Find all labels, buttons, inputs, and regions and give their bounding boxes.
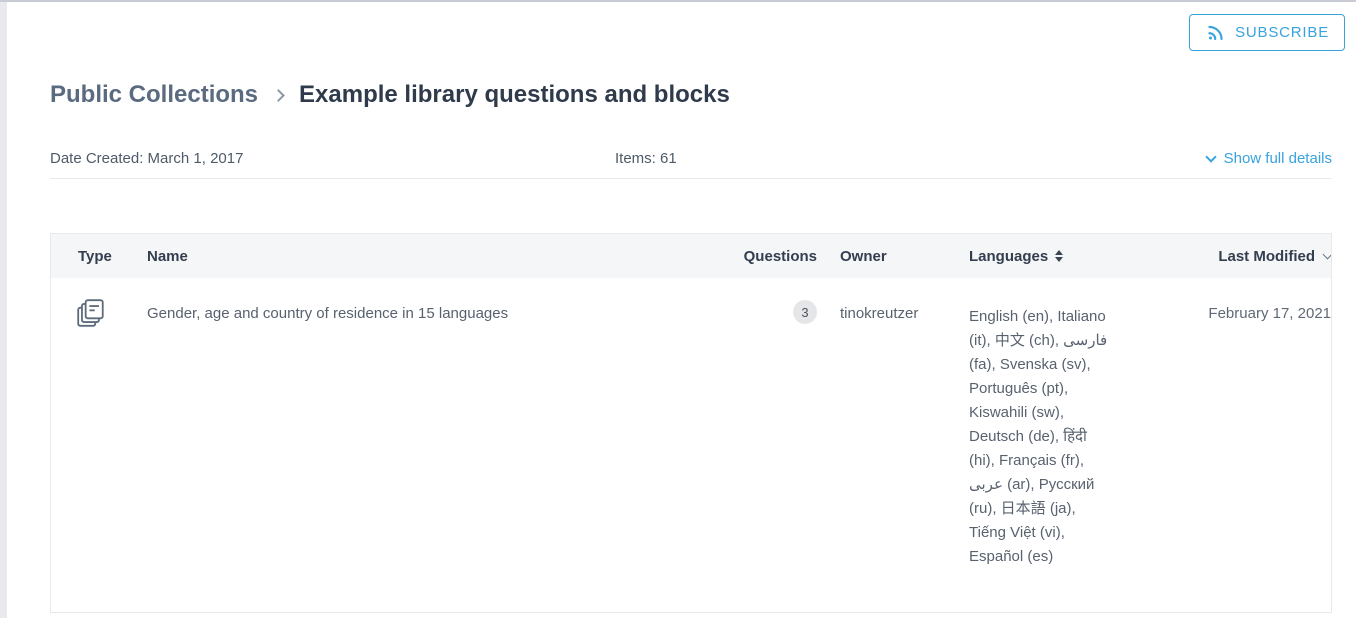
row-owner-cell: tinokreutzer <box>817 278 947 569</box>
chevron-down-icon <box>1323 250 1332 260</box>
collection-meta-row: Date Created: March 1, 2017 Items: 61 Sh… <box>50 150 1332 179</box>
page-title: Example library questions and blocks <box>299 80 730 110</box>
sort-arrows-icon <box>1055 250 1063 262</box>
table-row[interactable]: Gender, age and country of residence in … <box>51 278 1331 569</box>
date-created-text: Date Created: March 1, 2017 <box>50 150 243 167</box>
collection-items-table: Type Name Questions Owner Languages Last… <box>50 233 1332 613</box>
column-header-owner: Owner <box>817 248 947 265</box>
column-header-type: Type <box>51 248 147 265</box>
row-type-cell <box>51 278 147 569</box>
stacked-documents-icon <box>75 297 107 329</box>
show-full-details-label: Show full details <box>1224 150 1332 167</box>
row-questions-cell: 3 <box>707 278 817 569</box>
column-header-questions: Questions <box>707 248 817 265</box>
item-name-link[interactable]: Gender, age and country of residence in … <box>147 305 508 322</box>
column-header-languages[interactable]: Languages <box>947 248 1182 265</box>
show-full-details-link[interactable]: Show full details <box>1207 150 1332 167</box>
subscribe-button[interactable]: SUBSCRIBE <box>1189 14 1345 51</box>
rss-icon <box>1205 22 1226 43</box>
row-languages-cell: English (en), Italiano (it), 中文 (ch), فا… <box>947 278 1182 569</box>
breadcrumb-separator-icon <box>272 89 285 102</box>
items-count-text: Items: 61 <box>615 150 677 167</box>
row-name-cell: Gender, age and country of residence in … <box>147 278 707 569</box>
languages-list-text: English (en), Italiano (it), 中文 (ch), فا… <box>969 305 1110 569</box>
chevron-down-icon <box>1205 151 1216 162</box>
breadcrumb-public-collections-link[interactable]: Public Collections <box>50 80 258 110</box>
row-last-modified-cell: February 17, 2021 <box>1182 278 1331 569</box>
page-left-scroll-strip <box>0 2 7 618</box>
column-header-last-modified[interactable]: Last Modified <box>1182 248 1331 265</box>
subscribe-label: SUBSCRIBE <box>1235 24 1329 41</box>
table-header-row: Type Name Questions Owner Languages Last… <box>51 234 1331 278</box>
questions-count-badge: 3 <box>793 300 817 324</box>
column-header-languages-label: Languages <box>969 248 1048 265</box>
breadcrumb: Public Collections Example library quest… <box>50 80 1332 110</box>
column-header-name: Name <box>147 248 707 265</box>
column-header-last-modified-label: Last Modified <box>1218 248 1315 265</box>
